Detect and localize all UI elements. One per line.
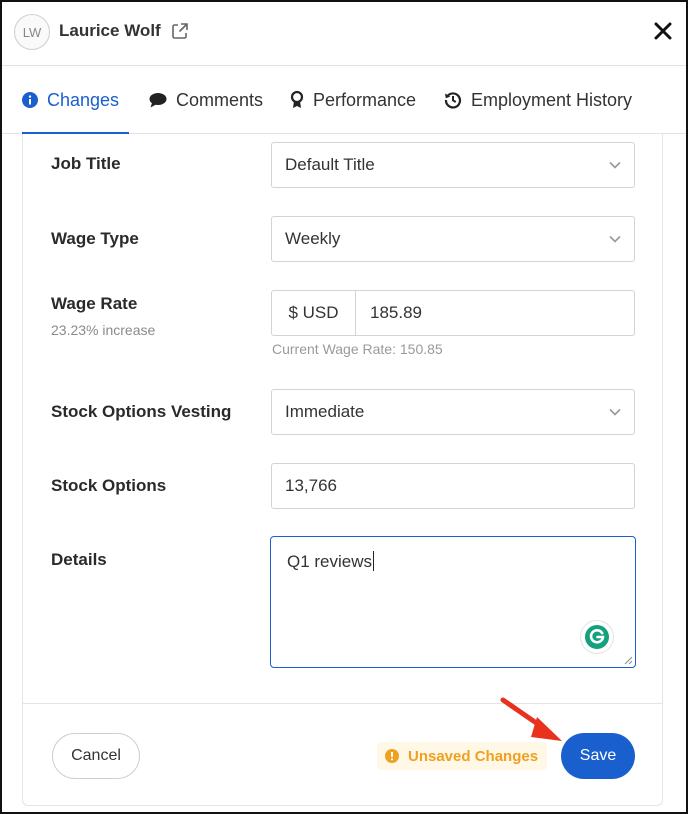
wage-type-select[interactable]: Weekly (271, 216, 635, 262)
tab-employment-history[interactable]: Employment History (444, 66, 632, 134)
details-textarea[interactable]: Q1 reviews (270, 536, 636, 668)
chevron-down-icon (609, 408, 621, 416)
comment-icon (149, 93, 167, 108)
details-label: Details (51, 550, 107, 569)
warning-icon (385, 749, 399, 763)
stock-options-input[interactable]: 13,766 (271, 463, 635, 509)
modal-header: LW Laurice Wolf (2, 2, 686, 66)
tab-label: Performance (313, 89, 417, 110)
tab-performance[interactable]: Performance (290, 66, 416, 134)
job-title-label: Job Title (51, 154, 121, 173)
award-ribbon-icon (290, 91, 304, 108)
tab-changes[interactable]: Changes (22, 66, 130, 135)
changes-form: Job Title Default Title Wage Type Weekly… (22, 134, 663, 704)
job-title-select[interactable]: Default Title (271, 142, 635, 188)
resize-handle-icon[interactable] (623, 655, 633, 665)
text-cursor (373, 551, 375, 571)
tab-label: Changes (47, 89, 120, 110)
stock-options-label: Stock Options (51, 476, 167, 495)
annotation-arrow-icon (500, 697, 562, 741)
tab-comments[interactable]: Comments (149, 66, 263, 134)
stock-vesting-select[interactable]: Immediate (271, 389, 635, 435)
avatar: LW (14, 14, 50, 50)
external-link-icon[interactable] (171, 22, 189, 40)
details-value: Q1 reviews (287, 552, 373, 571)
job-title-value: Default Title (285, 155, 375, 174)
tab-label: Comments (176, 89, 264, 110)
stock-options-value: 13,766 (285, 476, 337, 495)
stock-vesting-label: Stock Options Vesting (51, 402, 232, 421)
tab-bar: Changes Comments Performance Employment … (2, 66, 686, 135)
wage-type-label: Wage Type (51, 229, 139, 248)
wage-rate-input[interactable]: $ USD 185.89 (271, 290, 635, 336)
close-icon[interactable] (650, 18, 676, 44)
wage-rate-value: 185.89 (370, 303, 422, 322)
stock-vesting-value: Immediate (285, 402, 365, 421)
chevron-down-icon (609, 235, 621, 243)
wage-type-value: Weekly (285, 229, 341, 248)
tab-label: Employment History (471, 89, 633, 110)
wage-increase-note: 23.23% increase (51, 322, 156, 338)
employee-name: Laurice Wolf (59, 21, 161, 40)
currency-prefix: $ USD (272, 291, 356, 335)
history-icon (444, 92, 462, 109)
cancel-button[interactable]: Cancel (52, 733, 140, 779)
wage-rate-label: Wage Rate (51, 294, 138, 313)
grammarly-icon[interactable] (581, 621, 613, 653)
chevron-down-icon (609, 161, 621, 169)
info-circle-icon (22, 92, 38, 108)
current-wage-hint: Current Wage Rate: 150.85 (272, 341, 443, 357)
